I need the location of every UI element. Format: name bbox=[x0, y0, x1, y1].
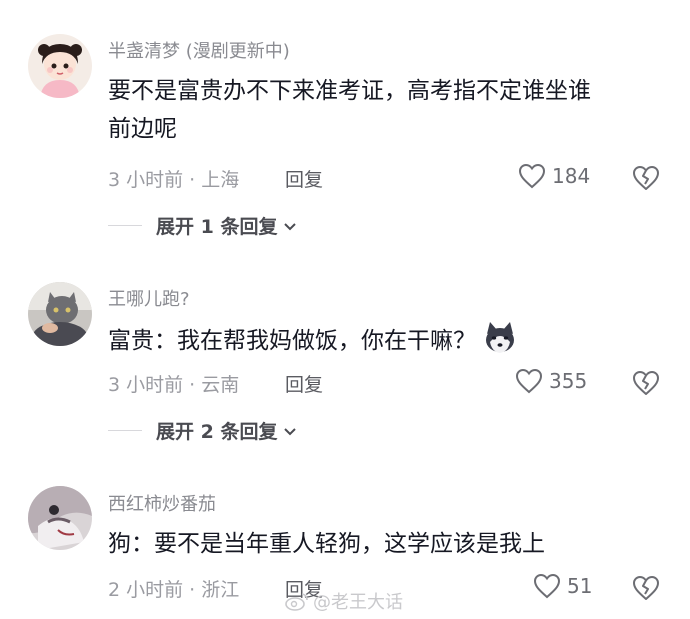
username[interactable]: 西红柿炒番茄 bbox=[108, 490, 216, 516]
like-count: 51 bbox=[567, 574, 593, 598]
comment-3: 西红柿炒番茄 狗：要不是当年重人轻狗，这学应该是我上 2 小时前 · 浙江 回复… bbox=[0, 0, 690, 619]
heart-icon bbox=[533, 573, 561, 599]
comment-text: 狗：要不是当年重人轻狗，这学应该是我上 bbox=[108, 525, 668, 563]
like-button[interactable]: 51 bbox=[533, 573, 592, 599]
watermark: @老王大话 bbox=[285, 588, 403, 614]
broken-heart-icon bbox=[633, 576, 659, 600]
avatar-illustration-image bbox=[28, 486, 92, 550]
dislike-button[interactable] bbox=[632, 575, 660, 601]
comment-meta: 2 小时前 · 浙江 bbox=[108, 579, 240, 601]
avatar[interactable] bbox=[28, 486, 92, 550]
watermark-text: @老王大话 bbox=[313, 592, 403, 613]
comment-text-line: 狗：要不是当年重人轻狗，这学应该是我上 bbox=[108, 531, 545, 557]
weibo-logo-icon bbox=[285, 593, 308, 611]
